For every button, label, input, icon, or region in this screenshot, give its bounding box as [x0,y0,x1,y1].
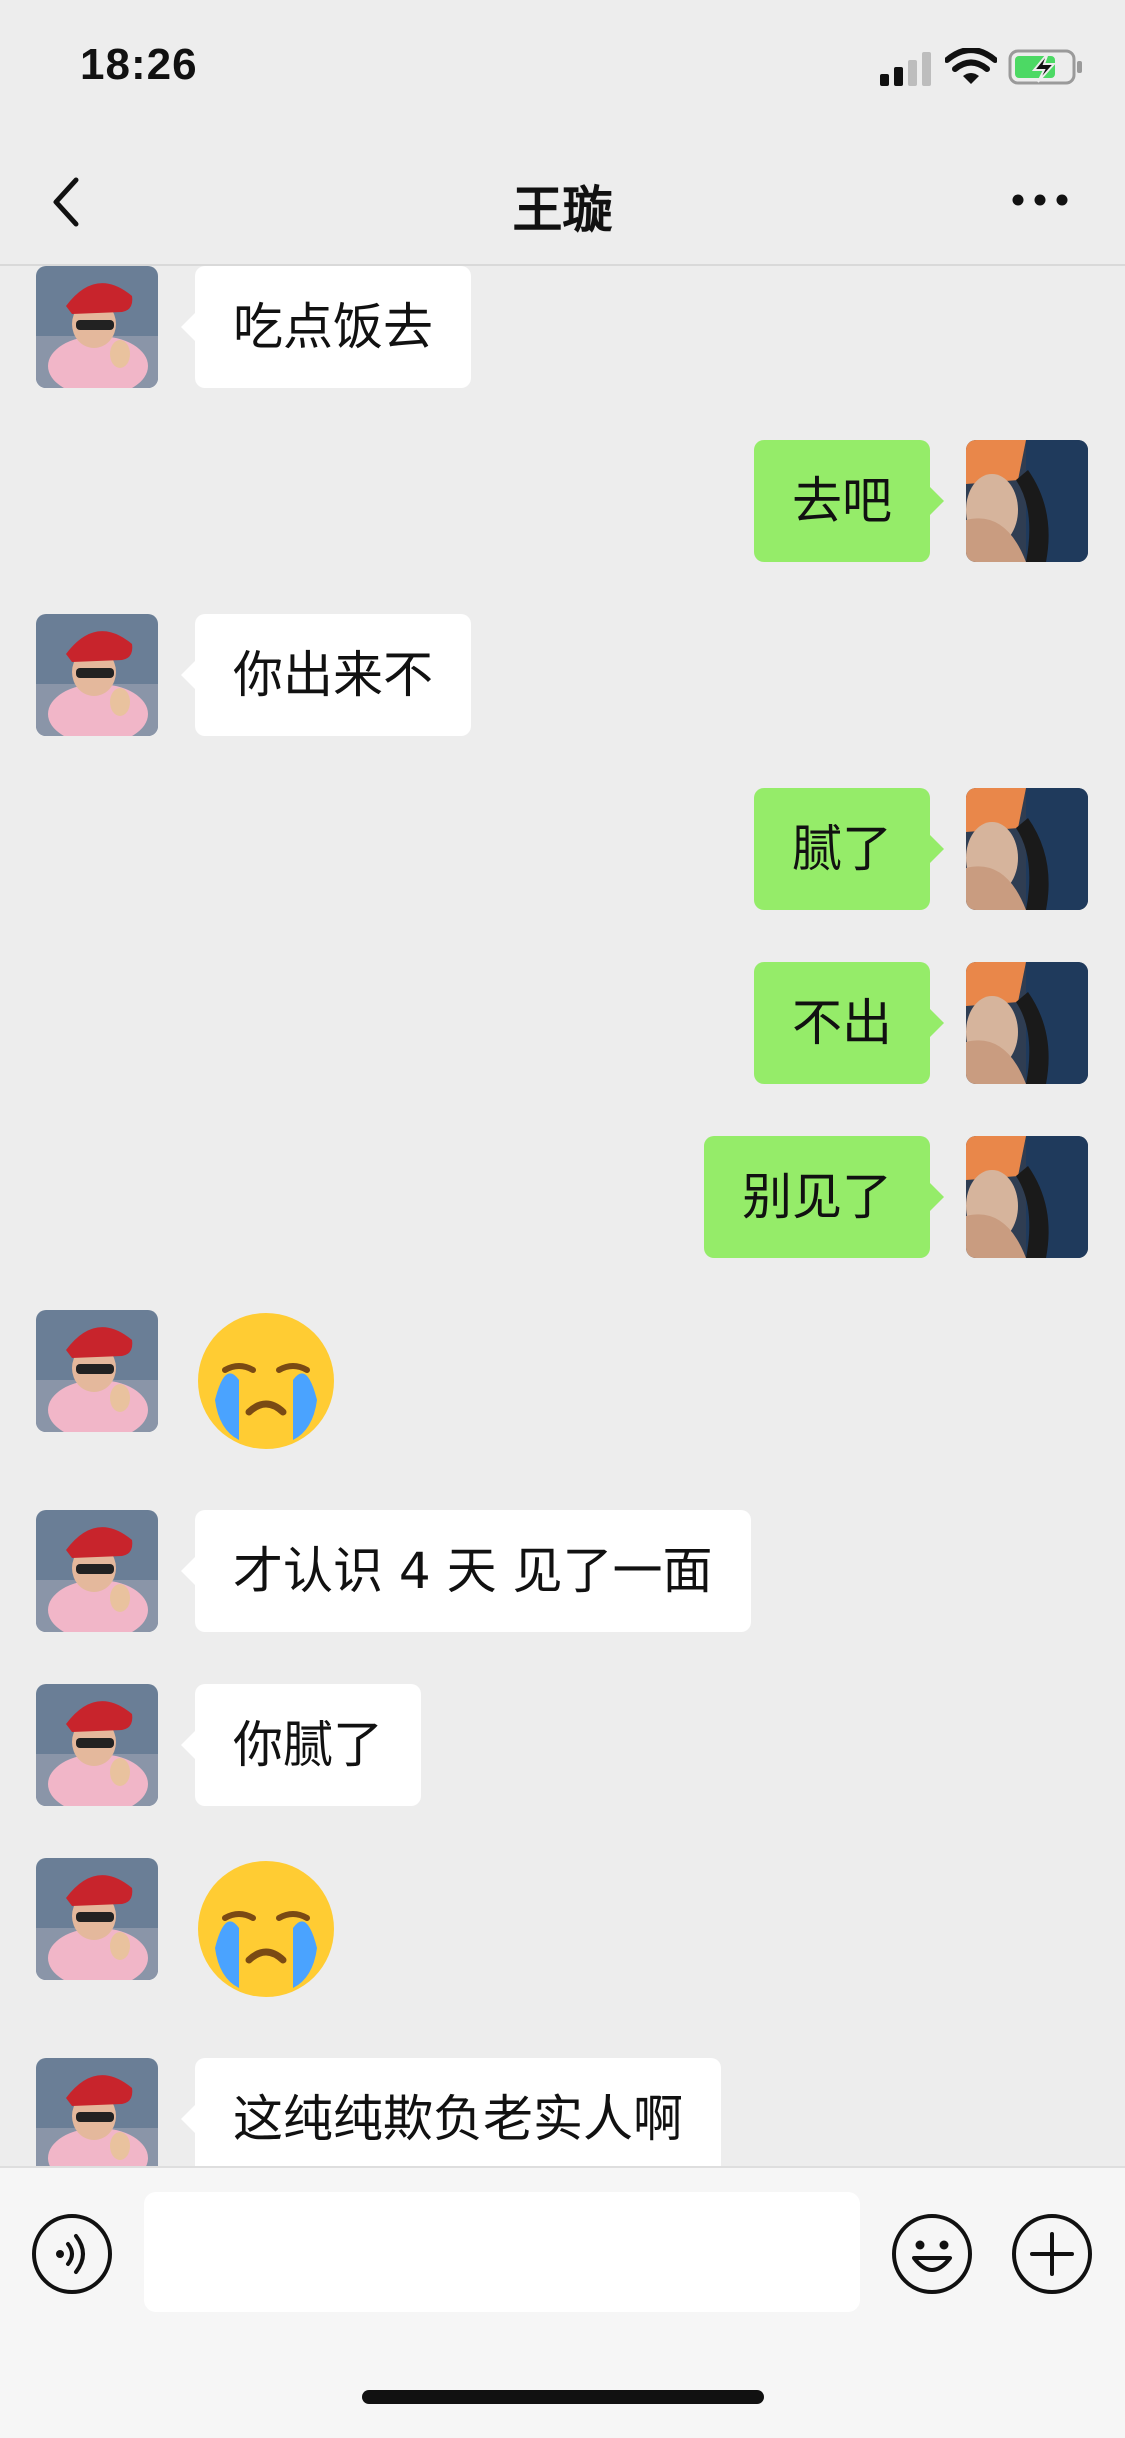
signal-icon [880,52,931,86]
crying-face-emoji[interactable] [195,1310,337,1452]
voice-icon[interactable] [30,2212,114,2296]
self-avatar[interactable] [966,962,1088,1084]
crying-face-emoji[interactable] [195,1858,337,2000]
status-time: 18:26 [80,40,198,89]
self-avatar[interactable] [966,788,1088,910]
message-bubble-received[interactable]: 才认识 4 天 见了一面 [181,1510,751,1632]
message-bubble-received[interactable]: 你出来不 [181,614,471,736]
contact-avatar[interactable] [36,1684,158,1806]
message-bubble-sent[interactable]: 腻了 [754,788,944,910]
message-bubble-sent[interactable]: 别见了 [704,1136,944,1258]
contact-avatar[interactable] [36,1510,158,1632]
contact-avatar[interactable] [36,266,158,388]
message-input[interactable] [144,2192,860,2312]
contact-avatar[interactable] [36,1858,158,1980]
self-avatar[interactable] [966,440,1088,562]
self-avatar[interactable] [966,1136,1088,1258]
message-bubble-received[interactable]: 你腻了 [181,1684,421,1806]
contact-avatar[interactable] [36,1310,158,1432]
battery-icon [1008,49,1082,85]
message-bubble-sent[interactable]: 不出 [754,962,944,1084]
emoji-icon[interactable] [890,2212,974,2296]
contact-avatar[interactable] [36,2058,158,2166]
wifi-icon [945,48,997,84]
message-list[interactable]: 吃点饭去 去吧 你出来不 腻了 不出 别见了 才认识 4 天 见了一面 你腻了 [0,266,1125,2166]
message-bubble-received[interactable]: 吃点饭去 [181,266,471,388]
message-bubble-received[interactable]: 这纯纯欺负老实人啊 [181,2058,721,2166]
more-dots-icon[interactable] [1010,184,1070,216]
message-bubble-sent[interactable]: 去吧 [754,440,944,562]
contact-avatar[interactable] [36,614,158,736]
chat-title: 王璇 [512,181,613,239]
plus-icon[interactable] [1010,2212,1094,2296]
status-bar: 18:26 [0,0,1125,140]
home-indicator[interactable] [362,2390,764,2404]
chat-header: 王璇 [0,140,1125,266]
